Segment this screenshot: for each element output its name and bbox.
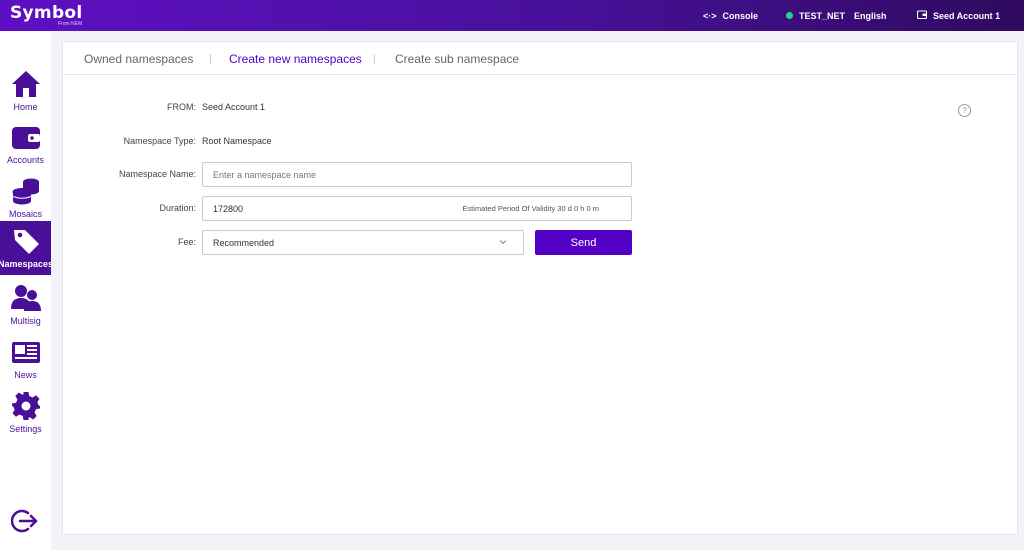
account-icon	[916, 10, 928, 21]
users-icon	[10, 285, 41, 311]
home-icon	[11, 71, 40, 97]
sidebar: Home Accounts Mosaics Namespaces Multisi…	[0, 31, 54, 550]
logo-subtitle: From NEM	[58, 21, 83, 27]
from-value: Seed Account 1	[202, 102, 266, 112]
console-button[interactable]: <·> Console	[703, 0, 758, 31]
tag-icon	[13, 230, 39, 254]
namespace-name-input[interactable]	[213, 169, 631, 180]
account-button[interactable]: Seed Account 1	[916, 0, 1001, 31]
tab-create-new-namespaces[interactable]: Create new namespaces	[229, 52, 362, 66]
sidebar-item-label: Multisig	[10, 316, 41, 326]
account-label: Seed Account 1	[933, 10, 1001, 21]
sidebar-item-label: Mosaics	[8, 209, 42, 219]
coins-icon	[12, 178, 39, 205]
sidebar-item-label: Settings	[9, 424, 42, 434]
sidebar-item-label: News	[14, 370, 37, 380]
sidebar-item-news[interactable]: News	[0, 332, 51, 386]
fee-label: Fee:	[177, 237, 196, 247]
symbol-logo[interactable]: Symbol	[10, 3, 83, 23]
sidebar-item-namespaces[interactable]: Namespaces	[0, 221, 54, 275]
tab-bar: Owned namespaces Create new namespaces C…	[63, 42, 1017, 75]
send-button[interactable]: Send	[535, 230, 632, 255]
sidebar-item-home[interactable]: Home	[0, 64, 51, 118]
network-status-dot	[786, 12, 793, 19]
duration-label: Duration:	[159, 203, 196, 213]
console-label: Console	[722, 10, 759, 21]
sidebar-item-mosaics[interactable]: Mosaics	[0, 171, 51, 225]
sidebar-item-label: Accounts	[6, 155, 45, 165]
logout-icon[interactable]	[11, 507, 39, 535]
code-arrows-icon: <·>	[703, 10, 717, 21]
sidebar-item-label: Home	[13, 102, 38, 112]
sidebar-item-multisig[interactable]: Multisig	[0, 278, 51, 332]
network-indicator[interactable]: TEST_NET	[786, 0, 845, 31]
sidebar-item-label: Namespaces	[0, 259, 54, 269]
tab-create-sub-namespace[interactable]: Create sub namespace	[395, 52, 519, 66]
namespace-name-label: Namespace Name:	[118, 169, 196, 179]
validity-period-text: Estimated Period Of Validity 30 d 0 h 0 …	[462, 204, 599, 213]
from-label: FROM:	[167, 102, 196, 112]
network-label: TEST_NET	[799, 10, 846, 21]
fee-selected-value: Recommended	[213, 237, 275, 248]
sidebar-item-settings[interactable]: Settings	[0, 386, 51, 440]
language-label: English	[854, 10, 887, 21]
wallet-icon	[11, 127, 40, 149]
duration-field[interactable]: 172800 Estimated Period Of Validity 30 d…	[202, 196, 632, 221]
namespace-name-field[interactable]	[202, 162, 632, 187]
fee-select[interactable]: Recommended	[202, 230, 524, 255]
namespace-type-value: Root Namespace	[202, 136, 272, 146]
language-selector[interactable]: English	[854, 0, 887, 31]
namespace-panel: Owned namespaces Create new namespaces C…	[62, 41, 1018, 535]
tab-owned-namespaces[interactable]: Owned namespaces	[84, 52, 193, 66]
namespace-type-label: Namespace Type:	[123, 136, 196, 146]
gear-icon	[11, 392, 40, 420]
tab-divider	[210, 54, 211, 64]
tab-divider	[374, 54, 375, 64]
newspaper-icon	[11, 342, 40, 363]
top-bar: Symbol From NEM <·> Console TEST_NET Eng…	[0, 0, 1024, 31]
duration-value[interactable]: 172800	[213, 204, 243, 214]
help-icon[interactable]: ?	[958, 104, 971, 117]
chevron-down-icon	[499, 240, 507, 245]
sidebar-item-accounts[interactable]: Accounts	[0, 117, 51, 171]
